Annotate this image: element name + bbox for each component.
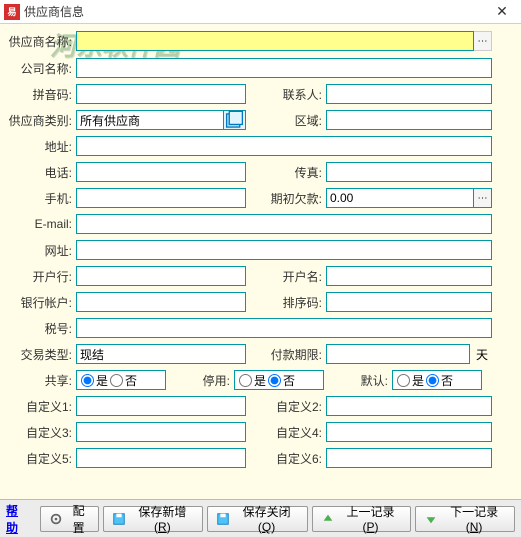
label-tax-no: 税号: [6,320,76,337]
account-name-input[interactable] [326,266,492,286]
label-bank-account: 银行帐户: [6,294,76,311]
save-new-button[interactable]: 保存新增(R) [103,506,203,532]
label-phone: 电话: [6,164,76,181]
label-bank: 开户行: [6,268,76,285]
label-account-name: 开户名: [246,268,326,285]
label-supplier-name: 供应商名称: [6,33,76,50]
save-icon [112,512,126,526]
label-custom6: 自定义6: [246,450,326,467]
trans-type-input[interactable] [76,344,246,364]
label-custom1: 自定义1: [6,398,76,415]
fax-input[interactable] [326,162,492,182]
label-pinyin: 拼音码: [6,86,76,103]
company-name-input[interactable] [76,58,492,78]
label-share: 共享: [6,372,76,389]
supplier-name-input[interactable] [76,31,474,51]
disable-radio-group: 是 否 [234,370,324,390]
label-disable: 停用: [166,372,234,389]
phone-input[interactable] [76,162,246,182]
disable-no[interactable]: 否 [268,372,295,389]
contact-input[interactable] [326,84,492,104]
share-yes[interactable]: 是 [81,372,108,389]
custom6-input[interactable] [326,448,492,468]
gear-icon [49,512,63,526]
custom4-input[interactable] [326,422,492,442]
form-area: 河东软件园 www.pc0359.cn 供应商名称: ⋯ 公司名称: 拼音码: … [0,24,521,499]
label-custom4: 自定义4: [246,424,326,441]
label-custom3: 自定义3: [6,424,76,441]
default-yes[interactable]: 是 [397,372,424,389]
category-input[interactable] [76,110,224,130]
custom5-input[interactable] [76,448,246,468]
bank-account-input[interactable] [76,292,246,312]
next-record-button[interactable]: 下一记录(N) [415,506,515,532]
label-region: 区域: [246,112,326,129]
titlebar: 易 供应商信息 ✕ [0,0,521,24]
mobile-input[interactable] [76,188,246,208]
arrow-up-icon [321,512,335,526]
window-title: 供应商信息 [24,3,487,20]
save-icon [216,512,230,526]
config-button[interactable]: 配置 [40,506,100,532]
address-input[interactable] [76,136,492,156]
label-url: 网址: [6,242,76,259]
custom1-input[interactable] [76,396,246,416]
label-pay-term: 付款期限: [246,346,326,363]
label-default: 默认: [324,372,392,389]
sort-code-input[interactable] [326,292,492,312]
help-link[interactable]: 帮助 [6,502,30,536]
custom2-input[interactable] [326,396,492,416]
region-input[interactable] [326,110,492,130]
label-contact: 联系人: [246,86,326,103]
save-close-button[interactable]: 保存关闭(Q) [207,506,308,532]
category-dropdown-icon[interactable] [224,110,246,130]
label-fax: 传真: [246,164,326,181]
label-mobile: 手机: [6,190,76,207]
default-no[interactable]: 否 [426,372,453,389]
label-days: 天 [470,346,488,363]
label-custom2: 自定义2: [246,398,326,415]
share-radio-group: 是 否 [76,370,166,390]
label-sort-code: 排序码: [246,294,326,311]
label-company-name: 公司名称: [6,60,76,77]
label-custom5: 自定义5: [6,450,76,467]
tax-no-input[interactable] [76,318,492,338]
label-init-debt: 期初欠款: [246,190,326,207]
share-no[interactable]: 否 [110,372,137,389]
label-address: 地址: [6,138,76,155]
pinyin-input[interactable] [76,84,246,104]
bank-input[interactable] [76,266,246,286]
lookup-icon[interactable]: ⋯ [474,31,492,51]
label-trans-type: 交易类型: [6,346,76,363]
init-debt-input[interactable] [326,188,474,208]
label-category: 供应商类别: [6,112,76,129]
app-icon: 易 [4,4,20,20]
url-input[interactable] [76,240,492,260]
custom3-input[interactable] [76,422,246,442]
default-radio-group: 是 否 [392,370,482,390]
bottom-toolbar: 帮助 配置 保存新增(R) 保存关闭(Q) 上一记录(P) 下一记录(N) [0,499,521,537]
calc-icon[interactable]: ⋯ [474,188,492,208]
email-input[interactable] [76,214,492,234]
disable-yes[interactable]: 是 [239,372,266,389]
arrow-down-icon [424,512,438,526]
prev-record-button[interactable]: 上一记录(P) [312,506,411,532]
close-button[interactable]: ✕ [487,2,517,22]
pay-term-input[interactable] [326,344,470,364]
label-email: E-mail: [6,217,76,231]
